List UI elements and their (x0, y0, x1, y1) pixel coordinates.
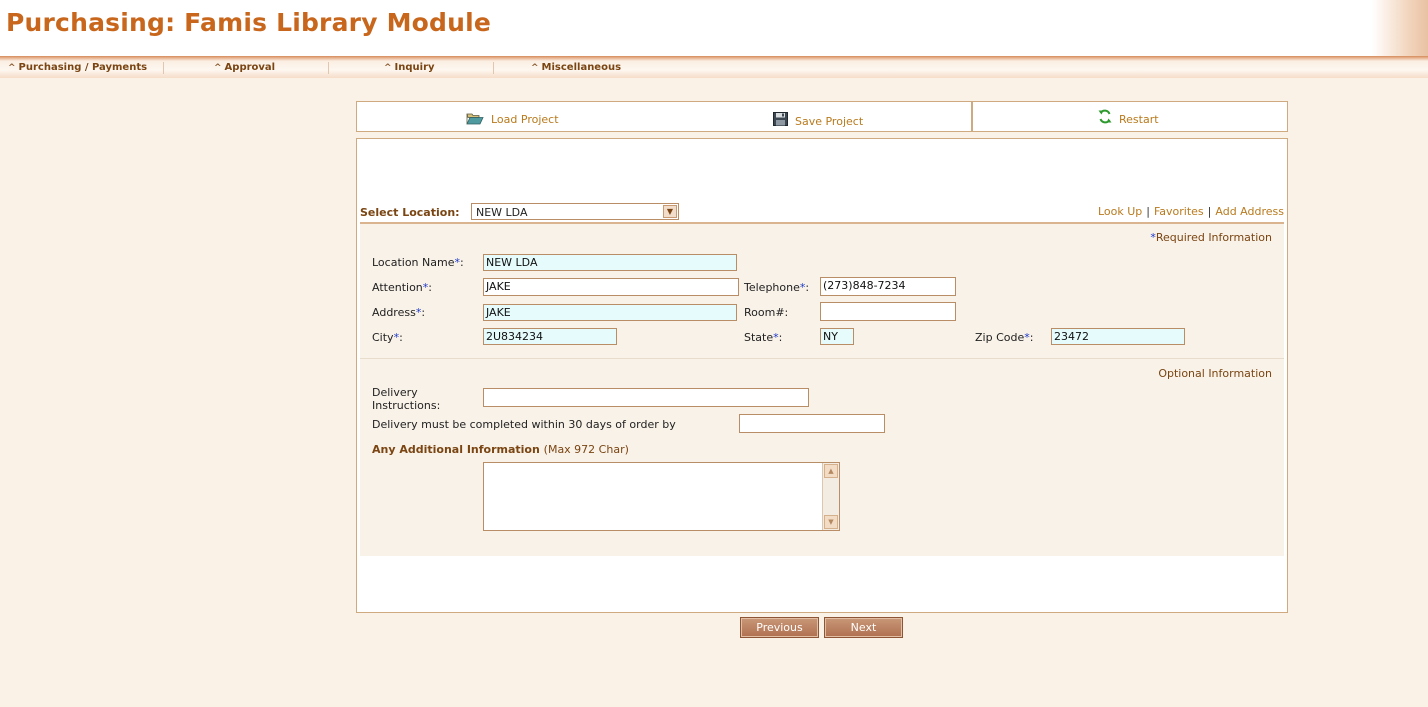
scroll-up-icon[interactable]: ▲ (824, 464, 838, 478)
next-button[interactable]: Next (824, 617, 903, 638)
load-project-button[interactable]: Load Project (466, 109, 559, 126)
select-location-label: Select Location: (360, 206, 460, 219)
city-label: City*: (372, 331, 403, 344)
attention-field[interactable]: JAKE (483, 278, 739, 296)
nav-divider (163, 62, 164, 74)
location-links: Look Up | Favorites | Add Address (1098, 205, 1284, 218)
nav-item-label: Inquiry (394, 62, 435, 73)
zip-code-label: Zip Code*: (975, 331, 1034, 344)
caret-up-icon: ^ (384, 62, 392, 73)
open-folder-icon (466, 111, 484, 125)
link-separator: | (1146, 205, 1150, 218)
required-info-note: *Required Information (1150, 231, 1272, 244)
location-name-label: Location Name*: (372, 256, 464, 269)
scroll-down-icon[interactable]: ▼ (824, 515, 838, 529)
optional-info-note: Optional Information (1158, 367, 1272, 380)
additional-info-textarea[interactable]: ▲ ▼ (483, 462, 840, 531)
app-title: Purchasing: Famis Library Module (6, 8, 492, 37)
additional-info-heading: Any Additional Information (Max 972 Char… (372, 443, 629, 456)
app-header: Purchasing: Famis Library Module (0, 0, 1428, 56)
location-name-field[interactable]: NEW LDA (483, 254, 737, 271)
add-address-link[interactable]: Add Address (1215, 205, 1284, 218)
telephone-field[interactable]: (273)848-7234 (820, 277, 956, 296)
delivery-instructions-field[interactable] (483, 388, 809, 407)
caret-up-icon: ^ (8, 62, 16, 73)
nav-item-purchasing-payments[interactable]: ^ Purchasing / Payments (8, 62, 147, 73)
location-select-value: NEW LDA (476, 206, 528, 219)
state-field[interactable]: NY (820, 328, 854, 345)
city-field[interactable]: 2U834234 (483, 328, 617, 345)
restart-button[interactable]: Restart (1098, 107, 1159, 126)
nav-item-miscellaneous[interactable]: ^ Miscellaneous (531, 62, 621, 73)
previous-button[interactable]: Previous (740, 617, 819, 638)
delivery-instructions-label: Delivery Instructions: (372, 386, 441, 412)
section-divider (360, 358, 1284, 359)
restart-label: Restart (1119, 113, 1159, 126)
telephone-label: Telephone*: (744, 281, 810, 294)
state-label: State*: (744, 331, 783, 344)
delivery-deadline-label: Delivery must be completed within 30 day… (372, 418, 676, 431)
load-project-label: Load Project (491, 113, 559, 126)
nav-item-label: Approval (224, 62, 276, 73)
delivery-deadline-field[interactable] (739, 414, 885, 433)
zip-code-field[interactable]: 23472 (1051, 328, 1185, 345)
nav-item-label: Miscellaneous (541, 62, 622, 73)
floppy-disk-icon (773, 112, 788, 126)
chevron-down-icon[interactable]: ▼ (663, 205, 677, 218)
toolbar-divider (971, 102, 973, 131)
header-decoration (1372, 0, 1428, 56)
scrollbar[interactable]: ▲ ▼ (822, 463, 839, 530)
nav-item-inquiry[interactable]: ^ Inquiry (384, 62, 435, 73)
nav-item-approval[interactable]: ^ Approval (214, 62, 275, 73)
nav-item-label: Purchasing / Payments (18, 62, 148, 73)
nav-divider (328, 62, 329, 74)
room-label: Room#: (744, 306, 789, 319)
attention-label: Attention*: (372, 281, 432, 294)
location-select[interactable]: NEW LDA ▼ (471, 203, 679, 220)
room-field[interactable] (820, 302, 956, 321)
caret-up-icon: ^ (531, 62, 539, 73)
link-separator: | (1207, 205, 1212, 218)
lookup-link[interactable]: Look Up (1098, 205, 1142, 218)
save-project-button[interactable]: Save Project (773, 110, 863, 128)
address-field[interactable]: JAKE (483, 304, 737, 321)
address-label: Address*: (372, 306, 426, 319)
refresh-icon (1098, 109, 1112, 124)
nav-divider (493, 62, 494, 74)
caret-up-icon: ^ (214, 62, 222, 73)
favorites-link[interactable]: Favorites (1154, 205, 1204, 218)
save-project-label: Save Project (795, 115, 864, 128)
